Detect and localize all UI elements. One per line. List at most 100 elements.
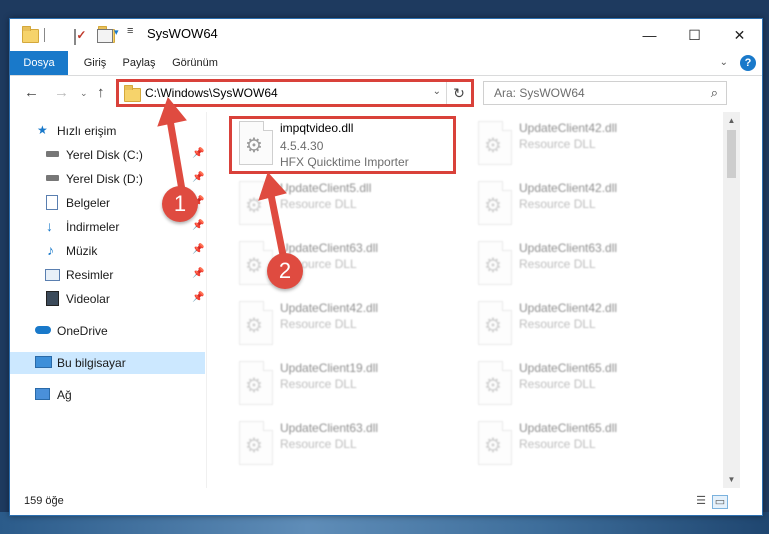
search-icon[interactable]: ⌕ xyxy=(711,85,718,101)
sidebar-item-videos[interactable]: Videolar 📌 xyxy=(10,288,205,310)
search-box[interactable]: Ara: SysWOW64 ⌕ xyxy=(483,81,727,105)
documents-icon xyxy=(46,195,58,210)
gear-icon: ⚙ xyxy=(245,315,263,337)
expand-ribbon-chevron-icon[interactable]: ⌄ xyxy=(720,57,728,68)
sidebar-item-onedrive[interactable]: OneDrive xyxy=(10,320,205,342)
sidebar-item-local-disk-c[interactable]: Yerel Disk (C:) 📌 xyxy=(10,144,205,166)
close-button[interactable]: ✕ xyxy=(717,19,762,51)
drive-icon xyxy=(46,151,59,157)
pin-icon[interactable]: 📌 xyxy=(192,220,204,231)
tab-home[interactable]: Giriş xyxy=(76,51,114,75)
sidebar-item-label: Müzik xyxy=(66,244,98,258)
pin-icon[interactable]: 📌 xyxy=(192,172,204,183)
file-item[interactable]: ⚙ UpdateClient19.dll Resource DLL xyxy=(233,355,463,413)
pin-icon[interactable]: 📌 xyxy=(192,292,204,303)
tab-file[interactable]: Dosya xyxy=(10,51,68,75)
dll-file-icon: ⚙ xyxy=(239,181,273,225)
pin-icon[interactable]: 📌 xyxy=(192,244,204,255)
file-type: Resource DLL xyxy=(280,197,357,211)
scroll-up-arrow-icon[interactable]: ▲ xyxy=(723,112,740,129)
file-item[interactable]: ⚙ UpdateClient42.dll Resource DLL xyxy=(233,295,463,353)
file-item[interactable]: ⚙ UpdateClient63.dll Resource DLL xyxy=(472,235,702,293)
vertical-scrollbar[interactable]: ▲ ▼ xyxy=(723,112,740,488)
sidebar-item-network[interactable]: Ağ xyxy=(10,384,205,406)
file-highlight-box xyxy=(229,116,456,174)
recent-locations-chevron-icon[interactable]: ⌄ xyxy=(80,88,88,99)
file-type: Resource DLL xyxy=(519,317,596,331)
gear-icon: ⚙ xyxy=(484,375,502,397)
file-type: Resource DLL xyxy=(280,437,357,451)
file-name: UpdateClient63.dll xyxy=(280,421,379,435)
view-properties-icon[interactable] xyxy=(97,29,113,43)
gear-icon: ⚙ xyxy=(245,255,263,277)
item-count: 159 öğe xyxy=(24,495,64,507)
title-bar: ▾ ≡ SysWOW64 — ☐ ✕ xyxy=(10,19,762,51)
file-name: UpdateClient65.dll xyxy=(519,361,618,375)
file-type: Resource DLL xyxy=(519,137,596,151)
drive-icon xyxy=(46,175,59,181)
sidebar-item-label: Yerel Disk (D:) xyxy=(66,172,143,186)
quick-access-dropdown-icon[interactable]: ≡ xyxy=(127,25,133,41)
file-item[interactable]: ⚙ UpdateClient65.dll Resource DLL xyxy=(472,355,702,413)
sidebar-item-label: OneDrive xyxy=(57,324,108,338)
file-name: UpdateClient19.dll xyxy=(280,361,379,375)
forward-arrow-icon[interactable]: → xyxy=(54,84,69,101)
dll-file-icon: ⚙ xyxy=(478,121,512,165)
ribbon-tabs: Dosya Giriş Paylaş Görünüm ⌄ ? xyxy=(10,51,762,76)
gear-icon: ⚙ xyxy=(245,435,263,457)
file-name: UpdateClient42.dll xyxy=(280,301,379,315)
large-icons-view-icon[interactable]: ▭ xyxy=(712,495,728,509)
tab-share[interactable]: Paylaş xyxy=(116,51,162,75)
file-name: UpdateClient42.dll xyxy=(519,301,618,315)
file-type: Resource DLL xyxy=(519,377,596,391)
gear-icon: ⚙ xyxy=(484,435,502,457)
navigation-bar: ← → ⌄ ↑ C:\Windows\SysWOW64 ⌄ ↻ Ara: Sys… xyxy=(10,76,762,110)
file-item[interactable]: ⚙ UpdateClient63.dll Resource DLL xyxy=(233,415,463,473)
details-view-icon[interactable]: ☰ xyxy=(694,495,708,507)
pin-icon[interactable]: 📌 xyxy=(192,148,204,159)
pictures-icon xyxy=(45,269,60,281)
dll-file-icon: ⚙ xyxy=(239,421,273,465)
scroll-down-arrow-icon[interactable]: ▼ xyxy=(723,471,740,488)
explorer-window: ▾ ≡ SysWOW64 — ☐ ✕ Dosya Giriş Paylaş Gö… xyxy=(9,18,763,516)
sidebar-item-label: Videolar xyxy=(66,292,110,306)
sidebar-item-label: İndirmeler xyxy=(66,220,120,234)
sidebar-item-pictures[interactable]: Resimler 📌 xyxy=(10,264,205,286)
network-icon xyxy=(35,388,50,400)
file-item[interactable]: ⚙ UpdateClient42.dll Resource DLL xyxy=(472,295,702,353)
file-type: Resource DLL xyxy=(280,377,357,391)
window-title: SysWOW64 xyxy=(147,26,218,41)
file-name: UpdateClient63.dll xyxy=(519,241,618,255)
gear-icon: ⚙ xyxy=(245,375,263,397)
sidebar-item-quick-access[interactable]: ★ Hızlı erişim xyxy=(10,120,205,142)
file-item[interactable]: ⚙ UpdateClient65.dll Resource DLL xyxy=(472,415,702,473)
file-item[interactable]: ⚙ UpdateClient5.dll Resource DLL xyxy=(233,175,463,233)
help-icon[interactable]: ? xyxy=(740,55,756,71)
navigation-pane: ★ Hızlı erişim Yerel Disk (C:) 📌 Yerel D… xyxy=(10,112,205,488)
file-name: UpdateClient65.dll xyxy=(519,421,618,435)
sidebar-item-this-pc[interactable]: Bu bilgisayar xyxy=(10,352,205,374)
sidebar-item-label: Ağ xyxy=(57,388,72,402)
tab-view[interactable]: Görünüm xyxy=(166,51,224,75)
file-name: UpdateClient63.dll xyxy=(280,241,379,255)
back-arrow-icon[interactable]: ← xyxy=(24,84,39,101)
properties-check-icon[interactable] xyxy=(74,29,77,45)
up-arrow-icon[interactable]: ↑ xyxy=(97,84,105,101)
minimize-button[interactable]: — xyxy=(627,19,672,51)
folder-icon[interactable] xyxy=(22,26,39,43)
pin-icon[interactable]: 📌 xyxy=(192,268,204,279)
music-icon: ♪ xyxy=(47,242,54,258)
dll-file-icon: ⚙ xyxy=(478,301,512,345)
file-item[interactable]: ⚙ UpdateClient42.dll Resource DLL xyxy=(472,175,702,233)
sidebar-item-label: Yerel Disk (C:) xyxy=(66,148,143,162)
file-item[interactable]: ⚙ UpdateClient42.dll Resource DLL xyxy=(472,115,702,173)
toolbar-separator xyxy=(44,28,45,42)
gear-icon: ⚙ xyxy=(484,255,502,277)
customize-chevron-icon[interactable]: ▾ xyxy=(114,27,119,43)
maximize-button[interactable]: ☐ xyxy=(672,19,717,51)
sidebar-item-label: Hızlı erişim xyxy=(57,124,117,138)
sidebar-item-music[interactable]: ♪ Müzik 📌 xyxy=(10,240,205,262)
scrollbar-thumb[interactable] xyxy=(727,130,736,178)
file-type: Resource DLL xyxy=(280,317,357,331)
step-2-badge: 2 xyxy=(267,253,303,289)
